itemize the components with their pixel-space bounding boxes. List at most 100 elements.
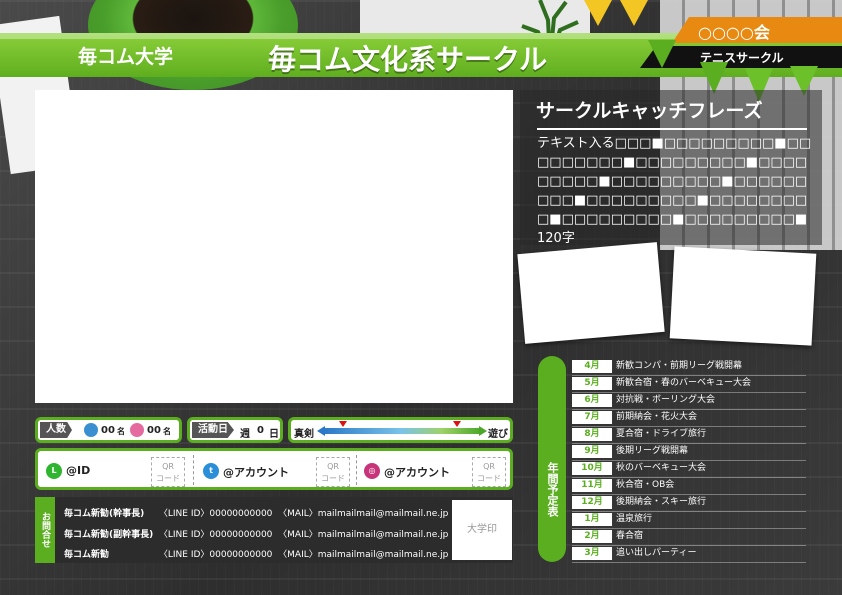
- activity-box: 活動日 週 0 日: [187, 417, 283, 443]
- schedule-row: 10月 秋のバーベキュー大会: [572, 462, 806, 478]
- schedule-event: 対抗戦・ボーリング大会: [616, 395, 716, 405]
- university-name: 毎コム大学: [78, 46, 174, 68]
- schedule-tab: 年間予定表: [538, 356, 566, 562]
- male-icon: [84, 423, 98, 437]
- qr-code-placeholder: QR コード: [472, 457, 506, 487]
- schedule-row: 1月 温泉旅行: [572, 513, 806, 529]
- schedule-row: 3月 追い出しパーティー: [572, 547, 806, 563]
- scale-bar: [323, 428, 481, 434]
- sub-photo-placeholder: [669, 246, 817, 346]
- schedule-month: 1月: [572, 513, 612, 526]
- seriousness-scale-box: 真剣 遊び: [288, 417, 513, 443]
- schedule-month: 11月: [572, 479, 612, 492]
- flag-decoration: [620, 0, 648, 26]
- schedule-month: 10月: [572, 462, 612, 475]
- university-seal-placeholder: 大学印: [452, 500, 512, 560]
- main-photo-placeholder: [35, 90, 513, 403]
- line-icon: L: [46, 463, 62, 479]
- contact-row: 毎コム新勧(副幹事長) 〈LINE ID〉00000000000 〈MAIL〉m…: [64, 527, 448, 540]
- sns-instagram-account: @アカウント: [384, 466, 450, 479]
- flag-decoration: [584, 0, 612, 26]
- male-count: 00: [101, 425, 115, 436]
- divider: [572, 562, 806, 563]
- arrow-right-icon: [479, 426, 487, 436]
- scale-marker-icon: [339, 421, 347, 427]
- schedule-event: 温泉旅行: [616, 514, 653, 524]
- contact-name: 毎コム新勧(副幹事長): [64, 530, 154, 540]
- sns-twitter[interactable]: t @アカウント QR コード: [203, 455, 350, 487]
- female-unit: 名: [163, 427, 171, 436]
- page-title: 毎コム文化系サークル: [268, 43, 548, 76]
- activity-label: 活動日: [192, 422, 234, 438]
- schedule-month: 4月: [572, 360, 612, 373]
- schedule-row: 8月 夏合宿・ドライブ旅行: [572, 428, 806, 444]
- contact-tab: お問合せ: [35, 497, 55, 563]
- contact-line-id[interactable]: 〈LINE ID〉00000000000: [159, 530, 273, 540]
- qr-code-placeholder: QR コード: [151, 457, 185, 487]
- flag-decoration: [648, 40, 676, 68]
- contact-line-id[interactable]: 〈LINE ID〉00000000000: [159, 550, 273, 560]
- contact-mail[interactable]: 〈MAIL〉mailmailmail@mailmail.ne.jp: [278, 530, 448, 540]
- members-box: 人数 00 名 00 名: [35, 417, 182, 443]
- members-label: 人数: [40, 422, 72, 438]
- contact-name: 毎コム新勧: [64, 550, 110, 560]
- sub-photo-placeholder: [517, 242, 665, 344]
- schedule-event: 後期リーグ戦開幕: [616, 446, 689, 456]
- qr-code-placeholder: QR コード: [316, 457, 350, 487]
- schedule-event: 新歓コンパ・前期リーグ戦開幕: [616, 361, 743, 371]
- schedule-event: 夏合宿・ドライブ旅行: [616, 429, 707, 439]
- contact-row: 毎コム新勧 〈LINE ID〉00000000000 〈MAIL〉mailmai…: [64, 547, 448, 560]
- schedule-row: 7月 前期納会・花火大会: [572, 411, 806, 427]
- schedule-event: 新歓合宿・春のバーベキュー大会: [616, 378, 752, 388]
- schedule-month: 7月: [572, 411, 612, 424]
- divider: [572, 494, 806, 495]
- divider: [572, 409, 806, 410]
- schedule-row: 12月 後期納会・スキー旅行: [572, 496, 806, 512]
- catchphrase-title: サークルキャッチフレーズ: [536, 100, 763, 122]
- male-unit: 名: [117, 427, 125, 436]
- divider: [193, 455, 194, 485]
- schedule-event: 追い出しパーティー: [616, 548, 697, 558]
- activity-days: 0: [257, 425, 264, 436]
- catchphrase-text: テキスト入る□□□■□□□□□□□□□■□□□□□□□□□■□□□□□□□□□■…: [537, 136, 812, 246]
- sns-line-id: @ID: [66, 464, 91, 477]
- schedule-row: 2月 春合宿: [572, 530, 806, 546]
- contact-row: 毎コム新勧(幹事長) 〈LINE ID〉00000000000 〈MAIL〉ma…: [64, 506, 448, 519]
- divider: [572, 392, 806, 393]
- divider: [356, 455, 357, 485]
- divider: [572, 443, 806, 444]
- schedule-month: 5月: [572, 377, 612, 390]
- schedule-event: 前期納会・花火大会: [616, 412, 698, 422]
- schedule-event: 後期納会・スキー旅行: [616, 497, 707, 507]
- contact-mail[interactable]: 〈MAIL〉mailmailmail@mailmail.ne.jp: [278, 509, 448, 519]
- schedule-event: 春合宿: [616, 531, 644, 541]
- org-name: ○○○○会: [698, 23, 770, 42]
- scale-marker-icon: [453, 421, 461, 427]
- schedule-month: 12月: [572, 496, 612, 509]
- contact-mail[interactable]: 〈MAIL〉mailmailmail@mailmail.ne.jp: [278, 550, 448, 560]
- divider: [537, 128, 807, 130]
- schedule-month: 2月: [572, 530, 612, 543]
- female-count: 00: [147, 425, 161, 436]
- divider: [572, 460, 806, 461]
- schedule-month: 3月: [572, 547, 612, 560]
- schedule-event: 秋のバーベキュー大会: [616, 463, 707, 473]
- divider: [572, 511, 806, 512]
- twitter-icon: t: [203, 463, 219, 479]
- divider: [572, 545, 806, 546]
- schedule-row: 4月 新歓コンパ・前期リーグ戦開幕: [572, 360, 806, 376]
- sns-box: L @ID QR コード t @アカウント QR コード ◎ @アカウント QR コー…: [35, 448, 513, 490]
- scale-left-label: 真剣: [294, 429, 314, 440]
- sns-twitter-account: @アカウント: [223, 466, 289, 479]
- schedule-row: 6月 対抗戦・ボーリング大会: [572, 394, 806, 410]
- instagram-icon: ◎: [364, 463, 380, 479]
- contact-line-id[interactable]: 〈LINE ID〉00000000000: [159, 509, 273, 519]
- activity-prefix: 週: [240, 429, 250, 440]
- divider: [572, 375, 806, 376]
- divider: [572, 426, 806, 427]
- schedule-month: 6月: [572, 394, 612, 407]
- sns-line[interactable]: L @ID QR コード: [46, 455, 191, 487]
- schedule-event: 秋合宿・OB会: [616, 480, 675, 490]
- sns-instagram[interactable]: ◎ @アカウント QR コード: [364, 455, 509, 487]
- scale-right-label: 遊び: [488, 429, 508, 440]
